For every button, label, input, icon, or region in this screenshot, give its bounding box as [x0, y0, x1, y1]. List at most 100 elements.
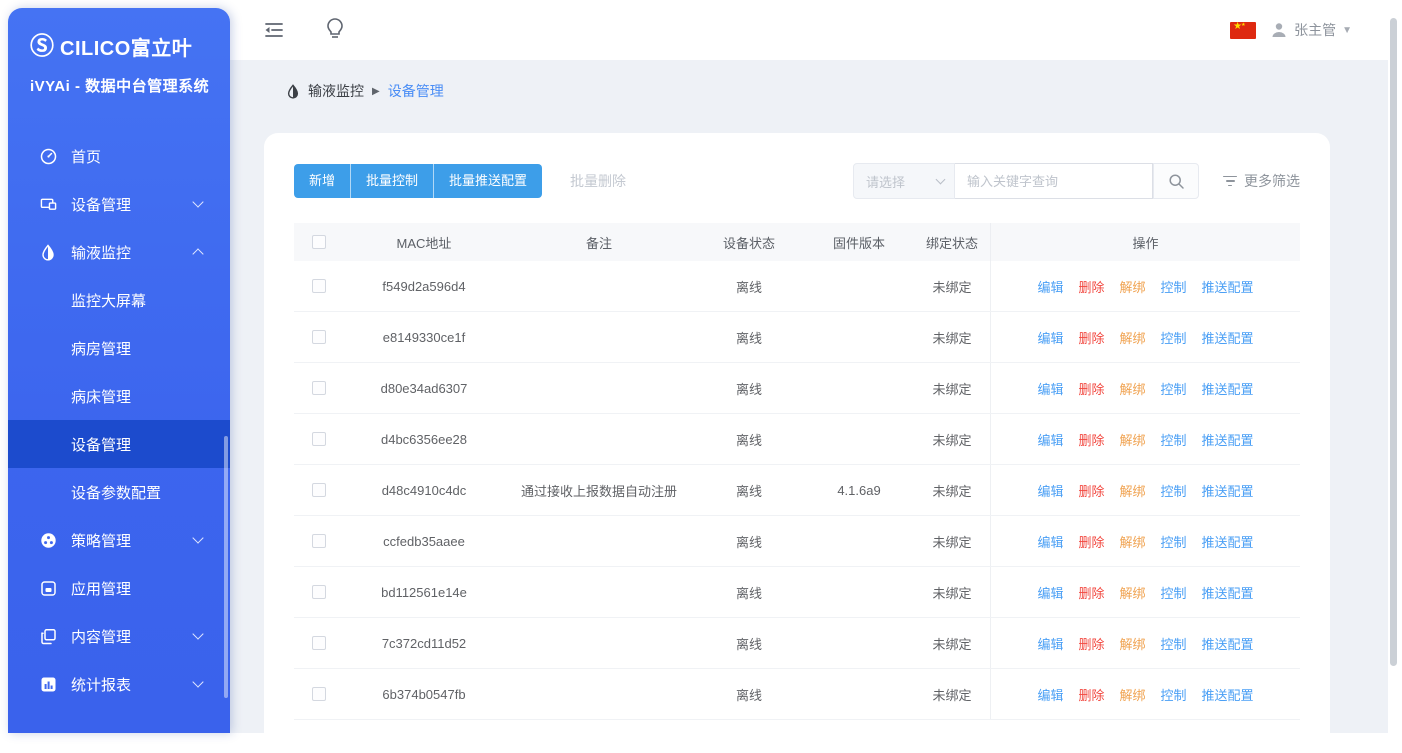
device-status-cell: 离线 — [694, 277, 804, 296]
action-control-link[interactable]: 控制 — [1161, 379, 1187, 398]
bind-status-cell: 未绑定 — [914, 481, 990, 500]
action-edit-link[interactable]: 编辑 — [1037, 481, 1063, 500]
action-push-config-link[interactable]: 推送配置 — [1202, 532, 1254, 551]
action-unbind-link[interactable]: 解绑 — [1119, 532, 1145, 551]
action-push-config-link[interactable]: 推送配置 — [1202, 685, 1254, 704]
toolbar: 新增 批量控制 批量推送配置 批量删除 请选择 更多筛选 — [294, 163, 1300, 199]
sidebar-subitem-device-mgmt-active[interactable]: 设备管理 — [8, 420, 230, 468]
action-push-config-link[interactable]: 推送配置 — [1202, 379, 1254, 398]
action-delete-link[interactable]: 删除 — [1078, 277, 1104, 296]
action-control-link[interactable]: 控制 — [1161, 277, 1187, 296]
select-all-checkbox[interactable] — [312, 235, 326, 249]
more-filters-button[interactable]: 更多筛选 — [1223, 171, 1300, 191]
add-button[interactable]: 新增 — [294, 164, 350, 198]
action-unbind-link[interactable]: 解绑 — [1119, 277, 1145, 296]
action-edit-link[interactable]: 编辑 — [1037, 430, 1063, 449]
sidebar-item-statistics[interactable]: 统计报表 — [8, 660, 230, 708]
action-push-config-link[interactable]: 推送配置 — [1202, 634, 1254, 653]
action-unbind-link[interactable]: 解绑 — [1119, 634, 1145, 653]
sidebar-subitem-bed-mgmt[interactable]: 病床管理 — [8, 372, 230, 420]
row-checkbox[interactable] — [312, 381, 326, 395]
submenu-label: 设备管理 — [71, 434, 131, 455]
action-delete-link[interactable]: 删除 — [1078, 532, 1104, 551]
action-edit-link[interactable]: 编辑 — [1037, 379, 1063, 398]
action-push-config-link[interactable]: 推送配置 — [1202, 277, 1254, 296]
row-checkbox[interactable] — [312, 687, 326, 701]
batch-push-config-button[interactable]: 批量推送配置 — [433, 164, 542, 198]
action-push-config-link[interactable]: 推送配置 — [1202, 583, 1254, 602]
action-push-config-link[interactable]: 推送配置 — [1202, 430, 1254, 449]
action-control-link[interactable]: 控制 — [1161, 481, 1187, 500]
sidebar-item-app-mgmt[interactable]: 应用管理 — [8, 564, 230, 612]
device-status-cell: 离线 — [694, 634, 804, 653]
action-control-link[interactable]: 控制 — [1161, 430, 1187, 449]
sidebar-item-infusion-monitor[interactable]: 输液监控 — [8, 228, 230, 276]
row-checkbox[interactable] — [312, 279, 326, 293]
action-unbind-link[interactable]: 解绑 — [1119, 379, 1145, 398]
sidebar-subitem-ward-mgmt[interactable]: 病房管理 — [8, 324, 230, 372]
topbar: ★★ 张主管 ▼ — [230, 0, 1402, 60]
action-delete-link[interactable]: 删除 — [1078, 685, 1104, 704]
action-edit-link[interactable]: 编辑 — [1037, 634, 1063, 653]
action-delete-link[interactable]: 删除 — [1078, 379, 1104, 398]
action-unbind-link[interactable]: 解绑 — [1119, 583, 1145, 602]
action-delete-link[interactable]: 删除 — [1078, 634, 1104, 653]
action-unbind-link[interactable]: 解绑 — [1119, 430, 1145, 449]
row-checkbox[interactable] — [312, 585, 326, 599]
batch-delete-button[interactable]: 批量删除 — [570, 171, 626, 191]
col-header-status: 设备状态 — [694, 233, 804, 252]
lightbulb-icon[interactable] — [325, 17, 345, 43]
batch-control-button[interactable]: 批量控制 — [350, 164, 433, 198]
device-status-cell: 离线 — [694, 532, 804, 551]
strategy-dots-icon — [40, 532, 57, 549]
sidebar-item-strategy-mgmt[interactable]: 策略管理 — [8, 516, 230, 564]
menu-fold-icon[interactable] — [263, 19, 285, 41]
page-scrollbar[interactable] — [1390, 18, 1397, 666]
copy-pages-icon — [40, 628, 57, 645]
action-control-link[interactable]: 控制 — [1161, 328, 1187, 347]
action-push-config-link[interactable]: 推送配置 — [1202, 481, 1254, 500]
action-edit-link[interactable]: 编辑 — [1037, 277, 1063, 296]
breadcrumb-current[interactable]: 设备管理 — [388, 81, 444, 101]
primary-button-group: 新增 批量控制 批量推送配置 — [294, 164, 542, 198]
keyword-search-input[interactable] — [955, 163, 1153, 199]
sidebar-item-home[interactable]: 首页 — [8, 132, 230, 180]
actions-cell: 编辑删除解绑控制推送配置 — [990, 618, 1300, 668]
row-checkbox[interactable] — [312, 636, 326, 650]
action-unbind-link[interactable]: 解绑 — [1119, 328, 1145, 347]
sidebar-subitem-device-param-config[interactable]: 设备参数配置 — [8, 468, 230, 516]
row-checkbox[interactable] — [312, 534, 326, 548]
action-delete-link[interactable]: 删除 — [1078, 583, 1104, 602]
sidebar-item-label: 统计报表 — [71, 674, 131, 695]
filter-select[interactable]: 请选择 — [853, 163, 955, 199]
action-control-link[interactable]: 控制 — [1161, 583, 1187, 602]
action-edit-link[interactable]: 编辑 — [1037, 583, 1063, 602]
action-edit-link[interactable]: 编辑 — [1037, 532, 1063, 551]
row-checkbox[interactable] — [312, 432, 326, 446]
sidebar-item-content-mgmt[interactable]: 内容管理 — [8, 612, 230, 660]
actions-cell: 编辑删除解绑控制推送配置 — [990, 465, 1300, 515]
china-flag-icon[interactable]: ★★ — [1230, 22, 1256, 39]
table-row: d48c4910c4dc 通过接收上报数据自动注册 离线 4.1.6a9 未绑定… — [294, 465, 1300, 516]
sidebar-scrollbar[interactable] — [224, 436, 228, 698]
action-edit-link[interactable]: 编辑 — [1037, 685, 1063, 704]
action-unbind-link[interactable]: 解绑 — [1119, 685, 1145, 704]
action-delete-link[interactable]: 删除 — [1078, 430, 1104, 449]
search-button[interactable] — [1153, 163, 1199, 199]
action-control-link[interactable]: 控制 — [1161, 634, 1187, 653]
table-row: f549d2a596d4 离线 未绑定 编辑删除解绑控制推送配置 — [294, 261, 1300, 312]
row-checkbox[interactable] — [312, 330, 326, 344]
action-delete-link[interactable]: 删除 — [1078, 481, 1104, 500]
action-unbind-link[interactable]: 解绑 — [1119, 481, 1145, 500]
action-control-link[interactable]: 控制 — [1161, 532, 1187, 551]
action-delete-link[interactable]: 删除 — [1078, 328, 1104, 347]
mac-address-cell: bd112561e14e — [344, 585, 504, 600]
sidebar-subitem-monitor-screen[interactable]: 监控大屏幕 — [8, 276, 230, 324]
action-control-link[interactable]: 控制 — [1161, 685, 1187, 704]
action-edit-link[interactable]: 编辑 — [1037, 328, 1063, 347]
row-checkbox[interactable] — [312, 483, 326, 497]
mac-address-cell: d48c4910c4dc — [344, 483, 504, 498]
sidebar-item-device-mgmt[interactable]: 设备管理 — [8, 180, 230, 228]
action-push-config-link[interactable]: 推送配置 — [1202, 328, 1254, 347]
user-menu[interactable]: 张主管 ▼ — [1270, 20, 1352, 40]
